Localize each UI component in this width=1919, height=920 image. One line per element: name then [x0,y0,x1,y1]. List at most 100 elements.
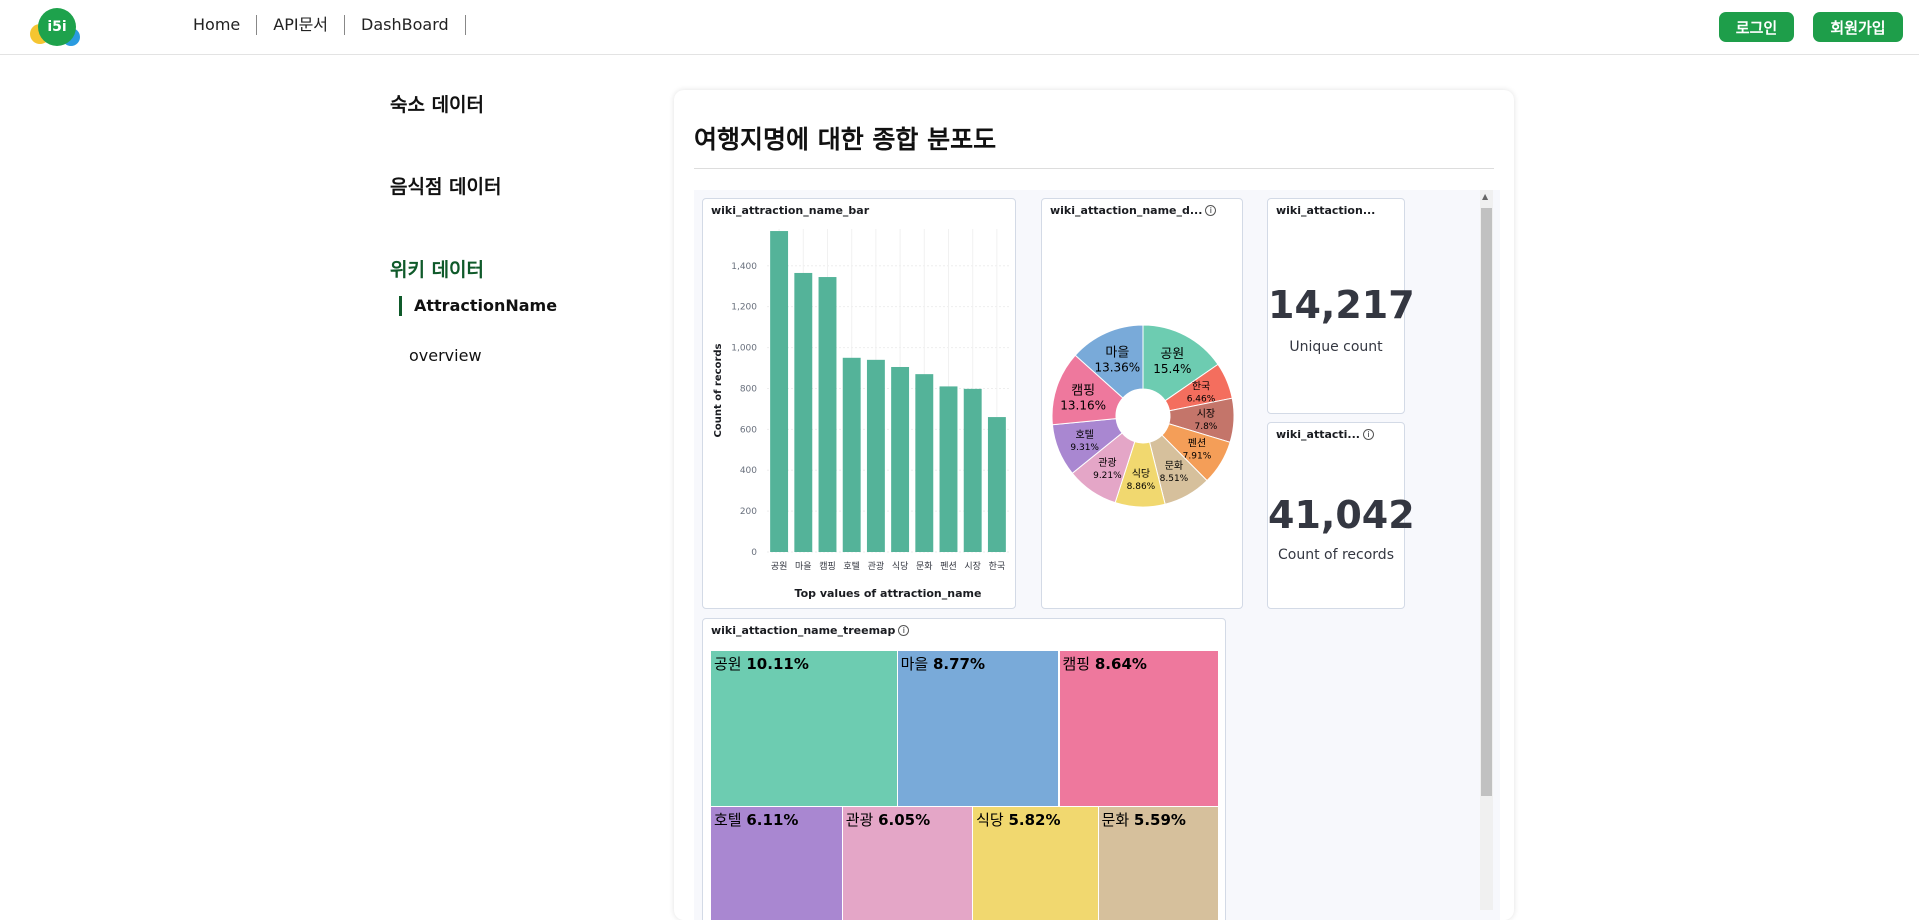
x-tick-label: 시장 [964,561,981,572]
bar[interactable] [939,386,958,552]
donut-slice-label: 식당 [1132,468,1150,480]
site-logo[interactable]: i5i [30,6,82,48]
bar[interactable] [818,277,837,552]
metric2-title-wrap: wiki_attacti... i [1276,428,1374,441]
donut-slice-percent: 13.16% [1060,398,1106,412]
scroll-up-arrow[interactable]: ▲ [1482,192,1488,201]
scrollbar-thumb[interactable] [1481,208,1492,796]
y-tick-label: 400 [740,466,757,476]
donut-slice-label: 한국 [1192,380,1210,392]
treemap-cell[interactable]: 관광 6.05% [842,807,974,920]
sidebar-section-lodging[interactable]: 숙소 데이터 [390,90,484,117]
dashboard-card: 여행지명에 대한 종합 분포도 wiki_attraction_name_bar… [674,90,1514,920]
donut-slice-percent: 9.21% [1093,471,1122,481]
treemap-cell-label: 공원 [714,655,747,673]
donut-slice-label: 공원 [1160,347,1184,362]
info-icon[interactable]: i [1362,429,1374,440]
logo-mark: i5i [38,8,76,46]
donut-slice-label: 관광 [1098,457,1116,469]
y-tick-label: 0 [751,548,757,558]
unique-count-label: Unique count [1289,339,1383,355]
donut-slice-percent: 13.36% [1094,360,1140,374]
treemap-panel[interactable]: wiki_attaction_name_treemap i 공원 10.11% 마을… [702,618,1226,920]
treemap-cell-percent: 5.59% [1133,811,1186,829]
y-tick-label: 1,200 [731,303,757,313]
donut-slice-label: 마을 [1105,345,1129,360]
login-button[interactable]: 로그인 [1719,12,1794,42]
signup-button[interactable]: 회원가입 [1813,12,1903,42]
y-tick-label: 1,000 [731,344,757,354]
bar[interactable] [915,374,934,552]
treemap-cell[interactable]: 호텔 6.11% [711,807,843,920]
sidebar-section-restaurant[interactable]: 음식점 데이터 [390,172,502,199]
bar-chart-panel[interactable]: wiki_attraction_name_bar 0 200 400 600 800 1,… [702,198,1016,609]
treemap-cell-label: 캠핑 [1062,655,1095,673]
treemap-cell-label: 관광 [845,811,879,829]
top-header: i5i Home API문서 DashBoard 로그인 회원가입 [0,0,1919,55]
bar[interactable] [842,357,861,552]
y-tick-label: 200 [740,507,757,517]
treemap-chart: 공원 10.11% 마을 8.77% 캠핑 8.64% 호텔 6.11% 관광 6.05… [711,651,1219,920]
bar[interactable] [891,366,910,552]
x-tick-label: 공원 [771,561,788,572]
treemap-cell-percent: 6.11% [746,811,799,829]
donut-slice-percent: 8.86% [1127,482,1156,492]
record-count-label: Count of records [1278,547,1394,563]
record-count-panel[interactable]: wiki_attacti... i 41,042 Count of records [1267,422,1415,609]
donut-slice-percent: 7.8% [1194,422,1217,432]
treemap-cell-percent: 6.05% [878,811,931,829]
x-tick-label: 호텔 [843,560,860,572]
dashboard-scrollbar[interactable]: ▲ [1480,190,1493,910]
y-tick-label: 600 [740,425,757,435]
nav-dashboard-link[interactable]: DashBoard [345,15,466,35]
nav-home-link[interactable]: Home [193,15,258,35]
treemap-cell[interactable]: 문화 5.59% [1098,807,1219,920]
bar[interactable] [866,359,885,552]
x-tick-label: 펜션 [940,561,957,572]
y-tick-label: 800 [740,384,757,394]
nav-api-docs-link[interactable]: API문서 [257,15,346,35]
treemap-cell[interactable]: 마을 8.77% [897,651,1060,807]
bar[interactable] [770,231,789,552]
donut-slice-percent: 8.51% [1160,474,1189,484]
unique-count-value: 14,217 [1268,283,1415,327]
x-tick-label: 한국 [989,561,1006,572]
y-axis-title: Count of records [713,343,724,437]
donut-slice-percent: 9.31% [1070,443,1099,453]
treemap-title: wiki_attaction_name_treemap [711,624,896,637]
metric2-title: wiki_attacti... [1276,428,1360,441]
page-title: 여행지명에 대한 종합 분포도 [694,125,997,154]
treemap-cell-percent: 8.77% [932,655,986,673]
treemap-cell[interactable]: 캠핑 8.64% [1059,651,1219,807]
x-tick-label: 관광 [868,560,885,572]
donut-slice-label: 펜션 [1188,437,1206,449]
treemap-cell-label: 마을 [900,655,933,673]
treemap-cell[interactable]: 식당 5.82% [973,807,1099,920]
bar-chart: 0 200 400 600 800 1,000 1,200 1,400 공원 마을 캠핑 호텔 관광 식당… [713,229,1009,600]
treemap-title-wrap: wiki_attaction_name_treemap i [711,624,910,637]
treemap-cell[interactable]: 공원 10.11% [711,651,898,807]
treemap-cell-percent: 8.64% [1094,655,1147,673]
treemap-cell-label: 식당 [976,811,1009,829]
donut-chart-panel[interactable]: wiki_attaction_name_d... i 공원 15.4% 한국 6.46%… [1041,198,1243,609]
bar[interactable] [794,272,813,552]
treemap-cell-label: 문화 [1101,811,1134,829]
x-tick-label: 캠핑 [819,560,836,572]
treemap-cell-label: 호텔 [714,811,747,829]
x-axis-title: Top values of attraction_name [795,587,982,600]
donut-slice-label: 캠핑 [1071,383,1095,398]
sidebar-item-overview[interactable]: overview [409,346,482,365]
donut-slice-label: 시장 [1197,408,1215,420]
donut-slice-percent: 15.4% [1153,362,1191,376]
x-tick-label: 문화 [916,561,933,572]
sidebar-item-attractionname[interactable]: AttractionName [399,296,557,316]
y-tick-label: 1,400 [731,262,757,272]
info-icon[interactable]: i [898,625,910,636]
sidebar-section-wiki[interactable]: 위키 데이터 [390,255,484,282]
treemap-cell-percent: 10.11% [746,655,809,673]
unique-count-panel[interactable]: wiki_attaction... 14,217 Unique count [1267,198,1415,414]
bar[interactable] [987,417,1006,552]
x-tick-label: 식당 [892,561,909,572]
bar[interactable] [963,388,982,552]
record-count-value: 41,042 [1268,493,1415,537]
